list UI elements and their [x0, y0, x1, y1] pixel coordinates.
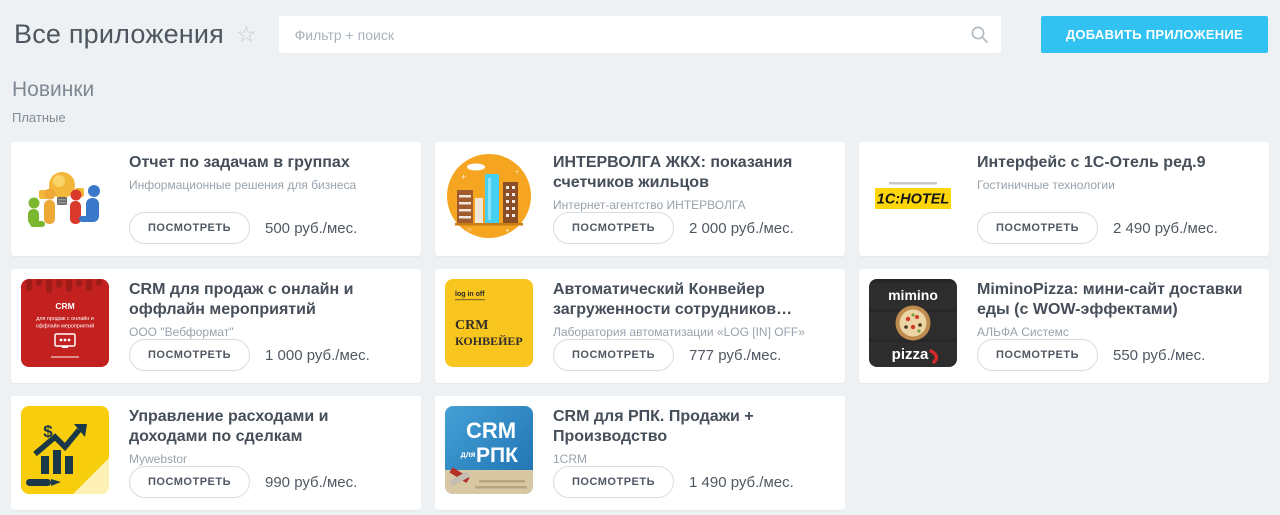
app-card[interactable]: CRM для продаж с онлайн и оффлайн меропр…: [11, 269, 421, 383]
svg-text:CRM: CRM: [55, 301, 74, 311]
app-vendor: Информационные решения для бизнеса: [129, 178, 411, 192]
crm-rpk-logo: CRM для РПК: [445, 406, 533, 494]
card-body: Интерфейс с 1С-Отель ред.9 Гостиничные т…: [977, 152, 1259, 246]
view-button[interactable]: ПОСМОТРЕТЬ: [977, 212, 1098, 244]
view-button[interactable]: ПОСМОТРЕТЬ: [129, 212, 250, 244]
app-card[interactable]: CRM для РПК CRM для РПК. Продажи + Произ…: [435, 396, 845, 510]
marketplace-page: Все приложения ☆ ДОБАВИТЬ ПРИЛОЖЕНИЕ Нов…: [0, 0, 1280, 510]
webformat-crm-logo: CRM для продаж с онлайн и оффлайн меропр…: [21, 279, 109, 367]
app-card[interactable]: + + ○ + ИНТЕРВОЛГА ЖКХ: показания счетчи…: [435, 142, 845, 256]
view-button[interactable]: ПОСМОТРЕТЬ: [553, 212, 674, 244]
app-vendor: Гостиничные технологии: [977, 178, 1259, 192]
app-price: 2 490 руб./мес.: [1113, 220, 1218, 237]
svg-text:оффлайн мероприятий: оффлайн мероприятий: [36, 323, 94, 330]
svg-text:КОНВЕЙЕР: КОНВЕЙЕР: [455, 334, 523, 348]
app-title: ИНТЕРВОЛГА ЖКХ: показания счетчиков жиль…: [553, 153, 835, 193]
app-vendor: АЛЬФА Системс: [977, 325, 1259, 339]
card-body: CRM для продаж с онлайн и оффлайн меропр…: [129, 279, 411, 373]
app-title: Управление расходами и доходами по сделк…: [129, 407, 411, 447]
section-title: Новинки: [12, 78, 1280, 102]
card-actions: ПОСМОТРЕТЬ 500 руб./мес.: [129, 212, 411, 246]
card-actions: ПОСМОТРЕТЬ 1 490 руб./мес.: [553, 466, 835, 500]
apps-grid: Отчет по задачам в группах Информационны…: [0, 142, 1280, 510]
svg-text:CRM: CRM: [466, 418, 516, 443]
card-body: ИНТЕРВОЛГА ЖКХ: показания счетчиков жиль…: [553, 152, 835, 246]
app-vendor: 1CRM: [553, 452, 835, 466]
crm-conveyor-logo: log in off CRM КОНВЕЙЕР: [445, 279, 533, 367]
page-header: Все приложения ☆ ДОБАВИТЬ ПРИЛОЖЕНИЕ: [0, 0, 1280, 63]
app-vendor: Лаборатория автоматизации «LOG [IN] OFF»: [553, 325, 835, 339]
view-button[interactable]: ПОСМОТРЕТЬ: [129, 339, 250, 371]
svg-text:+: +: [461, 172, 466, 182]
app-price: 550 руб./мес.: [1113, 347, 1205, 364]
app-vendor: Mywebstor: [129, 452, 411, 466]
app-card[interactable]: log in off CRM КОНВЕЙЕР Автоматический К…: [435, 269, 845, 383]
search-wrap: [279, 16, 1001, 53]
app-price: 2 000 руб./мес.: [689, 220, 794, 237]
svg-text:+: +: [515, 169, 519, 176]
card-body: Управление расходами и доходами по сделк…: [129, 406, 411, 500]
app-vendor: ООО "Вебформат": [129, 325, 411, 339]
app-title: Автоматический Конвейер загруженности со…: [553, 280, 835, 320]
card-body: MiminoPizza: мини-сайт доставки еды (с W…: [977, 279, 1259, 373]
svg-text:○: ○: [467, 225, 472, 234]
subsection-title: Платные: [12, 110, 1280, 125]
card-body: Автоматический Конвейер загруженности со…: [553, 279, 835, 373]
svg-text:mimino: mimino: [888, 287, 938, 303]
svg-text:log in off: log in off: [455, 291, 485, 298]
svg-text:CRM: CRM: [455, 318, 488, 333]
app-title: CRM для РПК. Продажи + Производство: [553, 407, 835, 447]
card-actions: ПОСМОТРЕТЬ 2 000 руб./мес.: [553, 212, 835, 246]
app-price: 500 руб./мес.: [265, 220, 357, 237]
add-application-button[interactable]: ДОБАВИТЬ ПРИЛОЖЕНИЕ: [1041, 16, 1268, 53]
app-card[interactable]: Отчет по задачам в группах Информационны…: [11, 142, 421, 256]
app-vendor: Интернет-агентство ИНТЕРВОЛГА: [553, 198, 835, 212]
svg-text:pizza: pizza: [892, 346, 929, 363]
finance-chart-icon: $: [21, 406, 109, 494]
mimino-pizza-logo: mimino pizza: [869, 279, 957, 367]
card-body: Отчет по задачам в группах Информационны…: [129, 152, 411, 246]
card-actions: ПОСМОТРЕТЬ 990 руб./мес.: [129, 466, 411, 500]
card-body: CRM для РПК. Продажи + Производство 1CRM…: [553, 406, 835, 500]
app-card[interactable]: mimino pizza MiminoPizza: мини-сайт дост…: [859, 269, 1269, 383]
app-price: 1 490 руб./мес.: [689, 474, 794, 491]
view-button[interactable]: ПОСМОТРЕТЬ: [129, 466, 250, 498]
app-title: Интерфейс с 1С-Отель ред.9: [977, 153, 1259, 173]
page-title: Все приложения: [14, 19, 224, 50]
view-button[interactable]: ПОСМОТРЕТЬ: [977, 339, 1098, 371]
svg-text:для: для: [461, 450, 476, 459]
svg-text:РПК: РПК: [476, 444, 518, 467]
app-title: Отчет по задачам в группах: [129, 153, 411, 173]
view-button[interactable]: ПОСМОТРЕТЬ: [553, 466, 674, 498]
search-input[interactable]: [279, 16, 1001, 53]
app-price: 1 000 руб./мес.: [265, 347, 370, 364]
card-actions: ПОСМОТРЕТЬ 2 490 руб./мес.: [977, 212, 1259, 246]
1c-hotel-logo: 1С:HOTEL: [869, 152, 957, 240]
app-price: 777 руб./мес.: [689, 347, 781, 364]
teamwork-figures-icon: [21, 152, 109, 240]
card-actions: ПОСМОТРЕТЬ 550 руб./мес.: [977, 339, 1259, 373]
card-actions: ПОСМОТРЕТЬ 1 000 руб./мес.: [129, 339, 411, 373]
title-wrap: Все приложения ☆: [14, 19, 257, 50]
app-card[interactable]: $ Управление расходами и доходами по сде…: [11, 396, 421, 510]
search-icon[interactable]: [970, 25, 989, 44]
app-price: 990 руб./мес.: [265, 474, 357, 491]
city-buildings-icon: + + ○ +: [445, 152, 533, 240]
card-actions: ПОСМОТРЕТЬ 777 руб./мес.: [553, 339, 835, 373]
svg-text:для продаж с онлайн и: для продаж с онлайн и: [36, 315, 94, 322]
favorite-star-icon[interactable]: ☆: [236, 23, 257, 46]
svg-text:+: +: [505, 226, 510, 235]
app-title: MiminoPizza: мини-сайт доставки еды (с W…: [977, 280, 1259, 320]
app-card[interactable]: 1С:HOTEL Интерфейс с 1С-Отель ред.9 Гост…: [859, 142, 1269, 256]
svg-text:1С:HOTEL: 1С:HOTEL: [877, 192, 950, 208]
svg-text:$: $: [43, 422, 53, 441]
view-button[interactable]: ПОСМОТРЕТЬ: [553, 339, 674, 371]
app-title: CRM для продаж с онлайн и оффлайн меропр…: [129, 280, 411, 320]
